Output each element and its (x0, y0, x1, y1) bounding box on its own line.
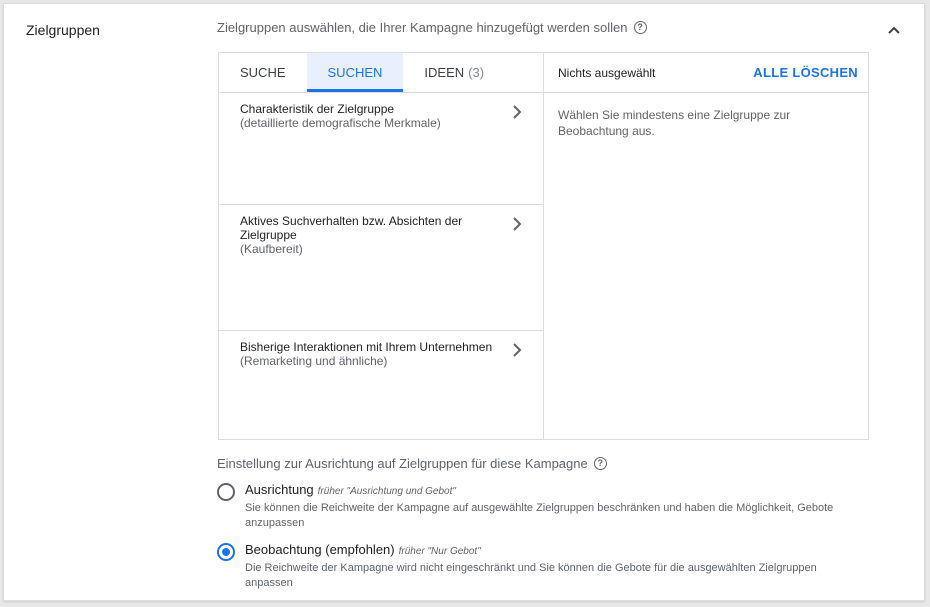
radio-option-observation[interactable]: Beobachtung (empfohlen) früher "Nur Gebot… (217, 542, 845, 591)
category-remarketing[interactable]: Bisherige Interaktionen mit Ihrem Untern… (219, 331, 543, 439)
tab-suche-label: SUCHE (240, 65, 286, 80)
tab-suchen[interactable]: SUCHEN (306, 53, 404, 92)
help-icon[interactable]: ? (633, 21, 647, 34)
targeting-setting-label: Einstellung zur Ausrichtung auf Zielgrup… (217, 456, 607, 471)
category-title: Charakteristik der Zielgruppe (240, 102, 395, 116)
tab-ideen-count: (3) (468, 65, 485, 80)
targeting-setting-text: Einstellung zur Ausrichtung auf Zielgrup… (217, 456, 588, 471)
radio-option-title: Beobachtung (empfohlen) (245, 542, 395, 557)
radio-option-title-row: Beobachtung (empfohlen) früher "Nur Gebot… (245, 542, 845, 560)
radio-option-targeting[interactable]: Ausrichtung früher "Ausrichtung und Gebot… (217, 482, 845, 531)
selection-status: Nichts ausgewählt (558, 65, 656, 80)
chevron-right-icon (513, 217, 522, 231)
clear-all-button[interactable]: ALLE LÖSCHEN (753, 65, 858, 80)
browse-column: SUCHE SUCHEN IDEEN (3) Charakteristik de… (219, 53, 544, 439)
chevron-up-icon[interactable] (884, 20, 904, 40)
category-subtitle: (detaillierte demografische Merkmale) (240, 116, 441, 130)
radio-option-title-row: Ausrichtung früher "Ausrichtung und Gebot… (245, 482, 845, 500)
chevron-right-icon (513, 105, 522, 119)
radio-option-text: Ausrichtung früher "Ausrichtung und Gebot… (245, 482, 845, 531)
radio-button-targeting[interactable] (217, 483, 235, 501)
category-demographics[interactable]: Charakteristik der Zielgruppe (detaillie… (219, 93, 543, 205)
audience-picker-panel: SUCHE SUCHEN IDEEN (3) Charakteristik de… (218, 52, 869, 440)
category-title: Aktives Suchverhalten bzw. Absichten der… (240, 214, 463, 242)
radio-option-title: Ausrichtung (245, 482, 314, 497)
section-description-text: Zielgruppen auswählen, die Ihrer Kampagn… (217, 20, 628, 35)
radio-option-former-name: früher "Nur Gebot" (398, 546, 481, 557)
selection-column: Nichts ausgewählt ALLE LÖSCHEN Wählen Si… (544, 53, 868, 439)
radio-option-former-name: früher "Ausrichtung und Gebot" (317, 486, 456, 497)
audience-card: Zielgruppen Zielgruppen auswählen, die I… (3, 3, 925, 601)
section-title: Zielgruppen (26, 22, 100, 38)
radio-option-text: Beobachtung (empfohlen) früher "Nur Gebot… (245, 542, 845, 591)
radio-selected-dot (222, 548, 230, 556)
selection-hint: Wählen Sie mindestens eine Zielgruppe zu… (558, 108, 791, 138)
help-icon[interactable]: ? (593, 457, 607, 470)
tab-bar: SUCHE SUCHEN IDEEN (3) (219, 53, 543, 93)
radio-button-observation[interactable] (217, 543, 235, 561)
selection-header: Nichts ausgewählt ALLE LÖSCHEN (544, 53, 868, 93)
category-subtitle: (Kaufbereit) (240, 242, 303, 256)
chevron-right-icon (513, 343, 522, 357)
section-description: Zielgruppen auswählen, die Ihrer Kampagn… (217, 20, 647, 35)
tab-ideen[interactable]: IDEEN (3) (403, 53, 505, 92)
tab-suchen-label: SUCHEN (327, 65, 383, 80)
radio-option-description: Die Reichweite der Kampagne wird nicht e… (245, 562, 817, 589)
category-subtitle: (Remarketing und ähnliche) (240, 354, 388, 368)
tab-ideen-label: IDEEN (424, 65, 465, 80)
tab-suche[interactable]: SUCHE (219, 53, 307, 92)
category-in-market[interactable]: Aktives Suchverhalten bzw. Absichten der… (219, 205, 543, 331)
category-title: Bisherige Interaktionen mit Ihrem Untern… (240, 340, 493, 354)
radio-option-description: Sie können die Reichweite der Kampagne a… (245, 502, 834, 529)
